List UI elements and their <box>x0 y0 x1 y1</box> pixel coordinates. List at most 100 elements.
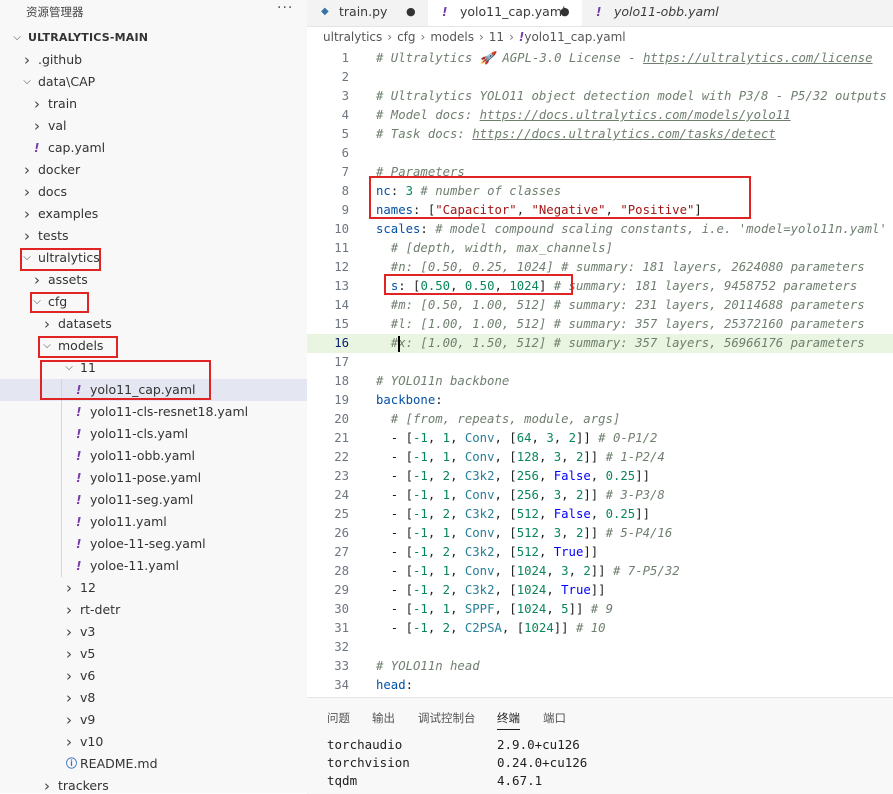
tree-item-yolo11-pose-yaml[interactable]: ! yolo11-pose.yaml <box>0 467 307 489</box>
more-icon[interactable]: ··· <box>277 0 293 16</box>
tree-item-train[interactable]: › train <box>0 93 307 115</box>
line-number: 27 <box>334 545 349 559</box>
tree-item-yoloe-11-yaml[interactable]: ! yoloe-11.yaml <box>0 555 307 577</box>
line-number: 22 <box>334 450 349 464</box>
tree-item-11[interactable]: ⌵ 11 <box>0 357 307 379</box>
line-number: 5 <box>341 127 349 141</box>
code-token: C3k2 <box>464 545 495 559</box>
code-token: : <box>390 184 406 198</box>
code-text: - [-1, 2, C3k2, [512, True]] <box>376 543 598 562</box>
code-token: , <box>450 545 465 559</box>
panel-tab-0[interactable]: 问题 <box>327 710 350 726</box>
modified-dot-icon[interactable]: ● <box>560 0 570 24</box>
tree-item-readme-md[interactable]: ⓘ README.md <box>0 753 307 775</box>
breadcrumb-item[interactable]: models <box>430 30 474 44</box>
tree-item-data-cap[interactable]: ⌵ data\CAP <box>0 71 307 93</box>
yaml-file-icon: ! <box>76 515 82 529</box>
tree-item-assets[interactable]: › assets <box>0 269 307 291</box>
tree-item-rt-detr[interactable]: › rt-detr <box>0 599 307 621</box>
tab-yolo11-cap-yaml[interactable]: ! yolo11_cap.yaml ● <box>428 0 582 26</box>
code-token: ]] <box>590 583 606 597</box>
code-token: ]] <box>583 488 599 502</box>
panel-tab-4[interactable]: 端口 <box>543 710 566 726</box>
tree-item-docs[interactable]: › docs <box>0 181 307 203</box>
tree-item-yolo11-cap-yaml[interactable]: ! yolo11_cap.yaml <box>0 379 307 401</box>
code-token: - [ <box>376 450 414 464</box>
code-text: #l: [1.00, 1.00, 512] # summary: 357 lay… <box>376 315 865 334</box>
code-editor[interactable]: 1 # Ultralytics 🚀 AGPL-3.0 License - http… <box>307 48 893 696</box>
tree-item-trackers[interactable]: › trackers <box>0 775 307 793</box>
breadcrumb: ultralytics › cfg › models › 11 ›! yolo11_cap.y… <box>323 30 626 48</box>
code-token: # Ultralytics 🚀 AGPL-3.0 License - <box>376 51 644 65</box>
tree-item-yolo11-yaml[interactable]: ! yolo11.yaml <box>0 511 307 533</box>
code-token: # Task docs: <box>376 127 473 141</box>
tree-item-models[interactable]: ⌵ models <box>0 335 307 357</box>
tree-item-v9[interactable]: › v9 <box>0 709 307 731</box>
code-token: , [ <box>494 507 517 521</box>
tree-item-cfg[interactable]: ⌵ cfg <box>0 291 307 313</box>
code-token: head <box>376 678 406 692</box>
tree-item-v6[interactable]: › v6 <box>0 665 307 687</box>
tree-item-label: v10 <box>80 734 104 749</box>
yaml-icon: ! <box>596 5 602 19</box>
tree-item-val[interactable]: › val <box>0 115 307 137</box>
code-token: # 7-P5/32 <box>605 564 680 578</box>
breadcrumb-item[interactable]: 11 <box>489 30 504 44</box>
code-token: scales <box>376 222 421 236</box>
tree-item-v10[interactable]: › v10 <box>0 731 307 753</box>
code-token: - [ <box>376 469 414 483</box>
tree-item-ultralytics-main[interactable]: ⌵ ULTRALYTICS-MAIN <box>0 27 307 49</box>
breadcrumb-item[interactable]: yolo11_cap.yaml <box>524 30 625 44</box>
tree-item-docker[interactable]: › docker <box>0 159 307 181</box>
tree-item-examples[interactable]: › examples <box>0 203 307 225</box>
modified-dot-icon[interactable]: ● <box>406 0 416 24</box>
tree-item-tests[interactable]: › tests <box>0 225 307 247</box>
code-token: , <box>427 583 443 597</box>
tree-item-12[interactable]: › 12 <box>0 577 307 599</box>
code-token: 128 <box>516 450 539 464</box>
tree-item-yolo11-seg-yaml[interactable]: ! yolo11-seg.yaml <box>0 489 307 511</box>
code-token: , <box>546 602 562 616</box>
tree-item-yolo11-obb-yaml[interactable]: ! yolo11-obb.yaml <box>0 445 307 467</box>
tree-item-v5[interactable]: › v5 <box>0 643 307 665</box>
line-number: 17 <box>334 355 349 369</box>
chevron-right-icon: › <box>44 315 50 333</box>
tree-item-label: yolo11-cls-resnet18.yaml <box>90 404 249 419</box>
tree-item-yolo11-cls-yaml[interactable]: ! yolo11-cls.yaml <box>0 423 307 445</box>
panel-tab-1[interactable]: 输出 <box>372 710 395 726</box>
tree-item-yolo11-cls-resnet18-yaml[interactable]: ! yolo11-cls-resnet18.yaml <box>0 401 307 423</box>
code-token: , <box>538 450 554 464</box>
code-line: 28 - [-1, 1, Conv, [1024, 3, 2]] # 7-P5/… <box>307 562 893 581</box>
code-token: 0.25 <box>605 469 636 483</box>
yaml-file-icon: ! <box>76 427 82 441</box>
tab-train-py[interactable]: ◆ train.py ● <box>307 0 428 26</box>
tree-item-label: yolo11-cls.yaml <box>90 426 189 441</box>
code-token: # 1-P2/4 <box>598 450 665 464</box>
code-token: True <box>553 545 584 559</box>
breadcrumb-item[interactable]: ultralytics <box>323 30 382 44</box>
code-token: , <box>450 488 465 502</box>
tree-item-datasets[interactable]: › datasets <box>0 313 307 335</box>
line-number: 31 <box>334 621 349 635</box>
tree-item-ultralytics[interactable]: ⌵ ultralytics <box>0 247 307 269</box>
tree-item-label: yoloe-11.yaml <box>90 558 179 573</box>
tree-item-yoloe-11-seg-yaml[interactable]: ! yoloe-11-seg.yaml <box>0 533 307 555</box>
breadcrumb-item[interactable]: cfg <box>397 30 415 44</box>
code-token: 1024 <box>516 583 547 597</box>
panel-tab-2[interactable]: 调试控制台 <box>418 710 476 726</box>
yaml-file-icon: ! <box>76 471 82 485</box>
tree-item--github[interactable]: › .github <box>0 49 307 71</box>
code-token: Conv <box>464 564 495 578</box>
tab-yolo11-obb-yaml[interactable]: ! yolo11-obb.yaml <box>582 0 742 26</box>
tree-item-v3[interactable]: › v3 <box>0 621 307 643</box>
code-line: 7 # Parameters <box>307 163 893 182</box>
code-token: , <box>427 450 443 464</box>
panel-tab-3[interactable]: 终端 <box>497 710 520 730</box>
chevron-right-icon: › <box>24 183 30 201</box>
chevron-right-icon: › <box>66 579 72 597</box>
tree-item-cap-yaml[interactable]: ! cap.yaml <box>0 137 307 159</box>
code-token: , <box>568 564 584 578</box>
code-line: 3 # Ultralytics YOLO11 object detection m… <box>307 87 893 106</box>
code-token: -1 <box>413 602 428 616</box>
tree-item-v8[interactable]: › v8 <box>0 687 307 709</box>
